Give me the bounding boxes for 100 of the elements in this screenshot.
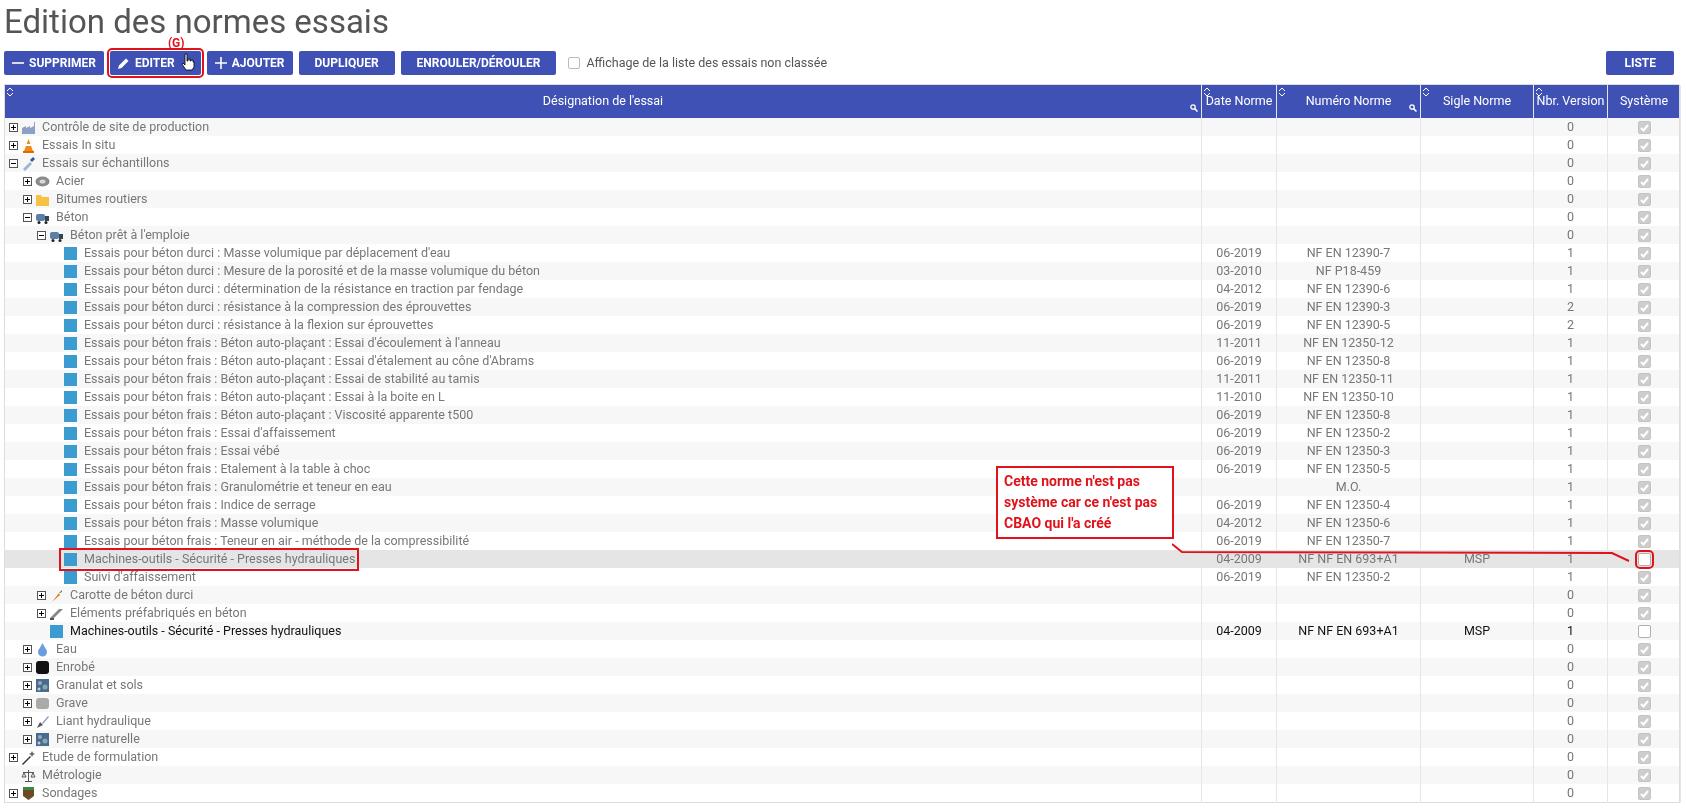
- sort-icon[interactable]: [1423, 88, 1429, 96]
- table-row[interactable]: Pierre naturelle 0: [5, 730, 1679, 748]
- expand-icon[interactable]: [23, 698, 32, 708]
- tree-label: Machines-outils - Sécurité - Presses hydrauliques: [70, 622, 342, 640]
- table-row[interactable]: Essais pour béton durci : résistance à la compression des éprouvettes 06-2019 NF EN 12390-3 2: [5, 298, 1679, 316]
- expand-icon[interactable]: [9, 752, 18, 762]
- table-row[interactable]: Enrobé 0: [5, 658, 1679, 676]
- version-cell-text: 0: [1567, 766, 1574, 784]
- date-cell-text: 06-2019: [1216, 460, 1262, 478]
- square-icon: [63, 335, 78, 351]
- table-row[interactable]: Essais pour béton frais : Béton auto-plaçant : Essai d'écoulement à l'anneau 11-2011 NF EN 12350-12 1: [5, 334, 1679, 352]
- table-row[interactable]: Essais pour béton frais : Essai vébé 06-2019 NF EN 12350-3 1: [5, 442, 1679, 460]
- expand-icon[interactable]: [37, 608, 46, 618]
- soil-shield-icon: [21, 785, 36, 801]
- table-row[interactable]: Machines-outils - Sécurité - Presses hydrauliques 04-2009 NF NF EN 693+A1 MSP 1: [5, 622, 1679, 640]
- version-cell-text: 0: [1567, 712, 1574, 730]
- tree-label: Acier: [56, 172, 85, 190]
- table-row[interactable]: Machines-outils - Sécurité - Presses hydrauliques 04-2009 NF NF EN 693+A1 MSP 1: [5, 550, 1679, 568]
- collapse-icon[interactable]: [37, 230, 46, 240]
- number-cell-text: NF EN 12350-4: [1306, 496, 1391, 514]
- tree-label: Essais pour béton frais : Teneur en air - méthode de la compressibilité: [84, 532, 470, 550]
- toolbar-button[interactable]: SUPPRIMER: [4, 51, 104, 75]
- tree-label: Essais pour béton durci : détermination de la résistance en traction par fendage: [84, 280, 524, 298]
- toolbar-button[interactable]: AJOUTER: [206, 51, 293, 75]
- tree-label: Pierre naturelle: [56, 730, 140, 748]
- version-cell-text: 1: [1567, 496, 1574, 514]
- sort-icon[interactable]: [1279, 88, 1285, 96]
- gravel-icon: [35, 731, 50, 747]
- date-cell-text: 06-2019: [1216, 496, 1262, 514]
- version-cell-text: 1: [1567, 334, 1574, 352]
- toolbar-button[interactable]: DUPLIQUER: [298, 51, 395, 75]
- version-cell-text: 0: [1567, 694, 1574, 712]
- filter-checkbox[interactable]: [568, 57, 581, 69]
- code-cell-text: MSP: [1463, 550, 1491, 568]
- sort-icon[interactable]: [1536, 88, 1542, 96]
- table-row[interactable]: Contrôle de site de production 0: [5, 118, 1679, 136]
- expand-icon[interactable]: [9, 788, 18, 798]
- table-row[interactable]: Essais pour béton durci : Mesure de la porosité et de la masse volumique du béton 03-2010 NF P18-459 1: [5, 262, 1679, 280]
- table-row[interactable]: Bitumes routiers 0: [5, 190, 1679, 208]
- version-cell-text: 0: [1567, 730, 1574, 748]
- square-icon: [63, 371, 78, 387]
- toolbar-button[interactable]: ENROULER/DÉROULER: [400, 51, 557, 75]
- version-cell-text: 2: [1567, 298, 1574, 316]
- square-icon: [63, 425, 78, 441]
- square-icon: [63, 551, 78, 567]
- tree-label: Métrologie: [42, 766, 102, 784]
- date-cell-text: 06-2019: [1216, 532, 1262, 550]
- asphalt-block-icon: [35, 659, 50, 675]
- tree-label: Essais pour béton frais : Béton auto-plaçant : Essai d'étalement au cône d'Abrams: [84, 352, 535, 370]
- expand-icon[interactable]: [23, 680, 32, 690]
- callout-note: Cette norme n'est pas système car ce n'est pas CBAO qui l'a créé: [996, 466, 1174, 539]
- date-cell-text: 06-2019: [1216, 316, 1262, 334]
- expand-icon[interactable]: [23, 662, 32, 672]
- table-row[interactable]: Essais sur échantillons 0: [5, 154, 1679, 172]
- tree-label: Carotte de béton durci: [70, 586, 194, 604]
- version-cell-text: 1: [1567, 568, 1574, 586]
- expand-icon[interactable]: [23, 194, 32, 204]
- expand-icon[interactable]: [23, 176, 32, 186]
- expand-icon[interactable]: [23, 734, 32, 744]
- list-button[interactable]: LISTE: [1606, 51, 1674, 75]
- expand-icon[interactable]: [23, 716, 32, 726]
- table-row[interactable]: Grave 0: [5, 694, 1679, 712]
- number-cell-text: NF EN 12350-11: [1303, 370, 1394, 388]
- gravel-icon: [35, 677, 50, 693]
- tree-label: Enrobé: [56, 658, 95, 676]
- square-icon: [63, 353, 78, 369]
- version-cell-text: 0: [1567, 784, 1574, 802]
- tree-label: Essais pour béton frais : Béton auto-plaçant : Essai à la boite en L: [84, 388, 445, 406]
- number-cell-text: NF NF EN 693+A1: [1298, 622, 1399, 640]
- expand-icon[interactable]: [9, 140, 18, 150]
- date-cell-text: 11-2011: [1216, 370, 1262, 388]
- sort-icon[interactable]: [7, 88, 13, 96]
- collapse-icon[interactable]: [9, 158, 18, 168]
- version-cell-text: 1: [1567, 352, 1574, 370]
- sort-icon[interactable]: [1204, 88, 1210, 96]
- table-row[interactable]: Essais pour béton frais : Béton auto-plaçant : Viscosité apparente t500 06-2019 NF EN 12350-8 1: [5, 406, 1679, 424]
- number-cell-text: NF EN 12390-7: [1306, 244, 1391, 262]
- date-cell-text: 04-2009: [1216, 550, 1262, 568]
- tree-label: Machines-outils - Sécurité - Presses hydrauliques: [84, 550, 356, 568]
- expand-icon[interactable]: [23, 644, 32, 654]
- date-cell-text: 11-2011: [1216, 334, 1262, 352]
- code-cell-text: MSP: [1463, 622, 1491, 640]
- square-icon: [63, 317, 78, 333]
- tree-label: Essais pour béton frais : Masse volumique: [84, 514, 319, 532]
- version-cell-text: 0: [1567, 226, 1574, 244]
- expand-icon[interactable]: [9, 122, 18, 132]
- square-icon: [63, 497, 78, 513]
- date-cell-text: 03-2010: [1216, 262, 1262, 280]
- toolbar-button[interactable]: EDITER: [109, 51, 201, 75]
- search-icon[interactable]: [1409, 104, 1417, 112]
- table-row[interactable]: Béton prêt à l'emploie 0: [5, 226, 1679, 244]
- tree-label: Etude de formulation: [42, 748, 159, 766]
- search-icon[interactable]: [1190, 104, 1198, 112]
- tree-label: Essais pour béton frais : Granulométrie et teneur en eau: [84, 478, 392, 496]
- version-cell-text: 1: [1567, 406, 1574, 424]
- expand-icon[interactable]: [37, 590, 46, 600]
- table-row[interactable]: Essais pour béton frais : Béton auto-plaçant : Essai de stabilité au tamis 11-2011 NF EN 12350-11 1: [5, 370, 1679, 388]
- table-row[interactable]: Carotte de béton durci 0: [5, 586, 1679, 604]
- table-row[interactable]: Métrologie 0: [5, 766, 1679, 784]
- collapse-icon[interactable]: [23, 212, 32, 222]
